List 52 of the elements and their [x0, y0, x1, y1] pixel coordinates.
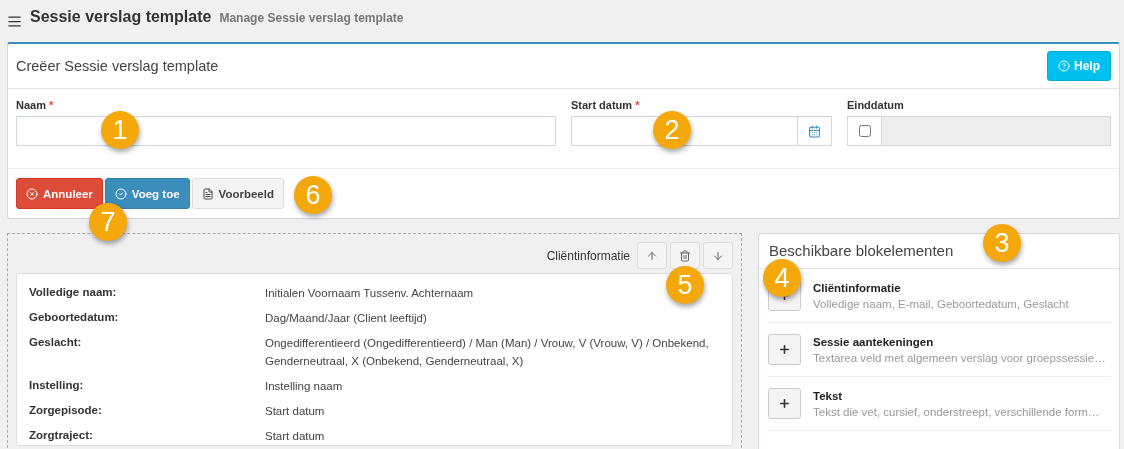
row-value: Ongedifferentieerd (Ongedifferentieerd) / Man (Man) / Vrouw, V (Vrouw, V) / Onbekend, Genderneutraal, X (Onbekend, Genderneutraal, X)	[265, 336, 710, 369]
page-subtitle: Manage Sessie verslag template	[219, 11, 404, 25]
block-name: Cliëntinformatie	[813, 281, 902, 294]
arrow-up-icon	[646, 249, 658, 262]
row-label: Geslacht:	[29, 335, 83, 350]
move-up-button[interactable]	[637, 242, 667, 269]
add-block-button[interactable]	[768, 388, 801, 419]
row-value: Start datum	[265, 429, 325, 444]
required-mark: *	[635, 99, 640, 111]
row-value: Dag/Maand/Jaar (Client leeftijd)	[265, 311, 427, 326]
help-icon	[1058, 60, 1070, 72]
row-label: Instelling:	[29, 378, 85, 393]
text-input[interactable]	[16, 116, 556, 146]
number-callout: 3	[983, 224, 1021, 262]
help-button[interactable]: Help	[1047, 51, 1111, 81]
list-icon	[7, 13, 22, 29]
calendar-icon	[808, 124, 821, 138]
row-value: Initialen Voornaam Tussenv. Achternaam	[265, 286, 474, 301]
preview-button[interactable]: Voorbeeld	[191, 178, 284, 209]
block-title: Cliëntinformatie	[546, 248, 630, 263]
check-circle-icon	[114, 187, 127, 200]
field-label: Start datum *	[571, 99, 641, 111]
plus-icon	[778, 397, 791, 410]
add-button[interactable]: Voeg toe	[104, 178, 190, 209]
x-circle-icon	[26, 187, 38, 200]
row-label: Volledige naam:	[29, 285, 118, 300]
page-title: Sessie verslag template	[30, 8, 212, 26]
document-icon	[201, 187, 214, 200]
block-description: Textarea veld met algemeen verslag voor groepssessie…	[813, 351, 1106, 364]
block-description: Volledige naam, E-mail, Geboortedatum, Geslacht	[813, 297, 1069, 310]
row-value: Start datum	[265, 404, 325, 419]
checkbox[interactable]	[858, 125, 871, 137]
required-mark: *	[48, 99, 54, 111]
block-name: Sessie aantekeningen	[813, 335, 935, 348]
trash-icon	[679, 249, 691, 262]
cancel-button[interactable]: Annuleer	[16, 178, 103, 209]
move-down-button[interactable]	[703, 242, 733, 269]
delete-button[interactable]	[670, 242, 700, 269]
row-label: Zorgepisode:	[29, 403, 103, 418]
add-block-button[interactable]	[768, 334, 801, 365]
card-title: Creëer Sessie verslag template	[16, 58, 219, 74]
number-callout: 7	[89, 203, 127, 241]
row-value: Instelling naam	[265, 379, 343, 394]
field-label: Naam *	[16, 99, 55, 111]
panel-title: Beschikbare blokelementen	[769, 242, 954, 259]
row-label: Geboortedatum:	[29, 310, 120, 325]
plus-icon	[778, 343, 791, 356]
block-name: Tekst	[813, 389, 844, 402]
block-description: Tekst die vet, cursief, onderstreept, verschillende form…	[813, 405, 1100, 418]
arrow-down-icon	[712, 249, 724, 262]
field-label: Einddatum	[847, 99, 905, 111]
row-label: Zorgtraject:	[29, 428, 94, 443]
